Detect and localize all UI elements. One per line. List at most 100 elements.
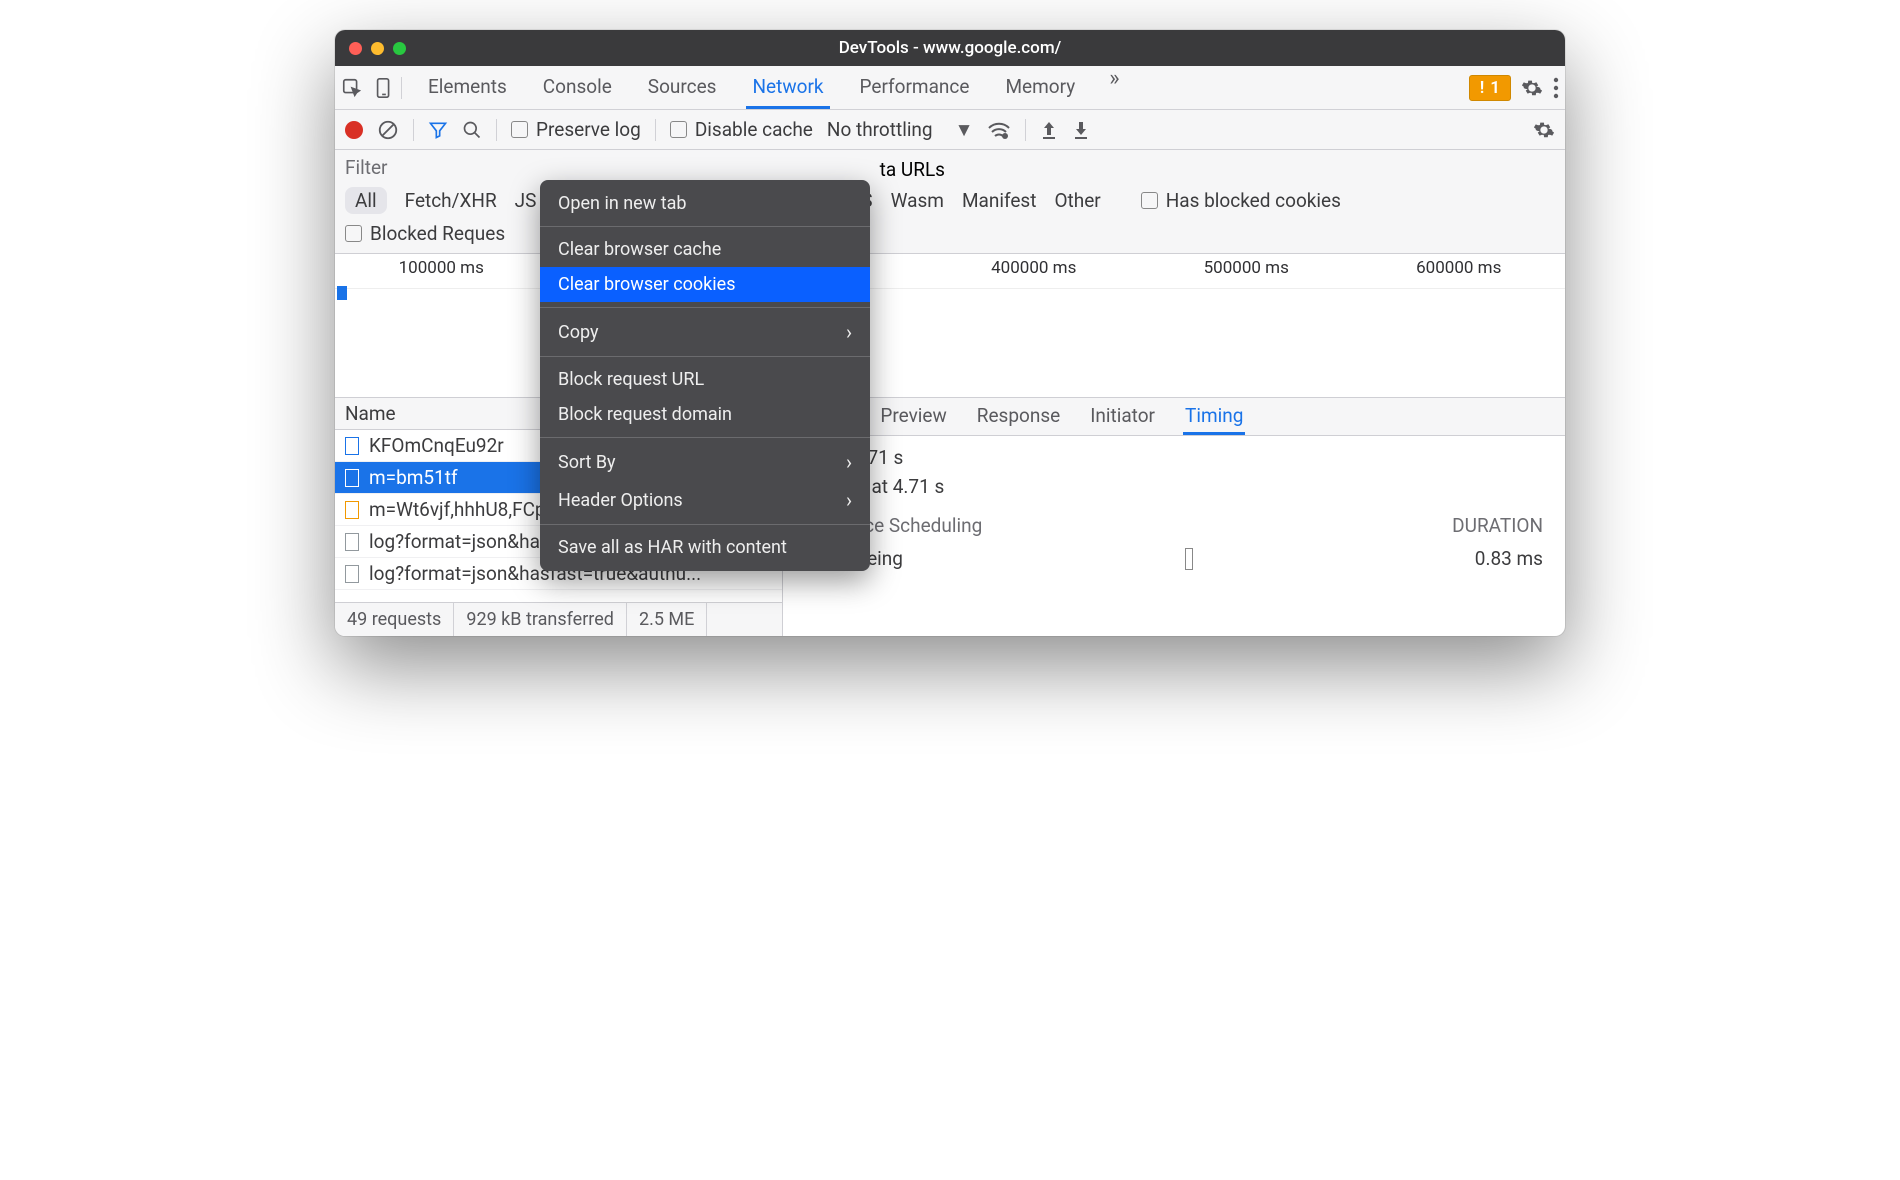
chevron-right-icon: › — [846, 320, 852, 344]
devtools-tabs-bar: Elements Console Sources Network Perform… — [335, 66, 1565, 110]
detail-pane: aders Preview Response Initiator Timing … — [783, 398, 1565, 636]
search-icon[interactable] — [462, 120, 482, 140]
issues-count: 1 — [1490, 78, 1500, 98]
ctx-separator — [540, 307, 870, 308]
filter-area: Filter ta URLs All Fetch/XHR JS WS Wasm … — [335, 150, 1565, 254]
tick: 500000 ms — [1204, 258, 1289, 278]
ctx-separator — [540, 437, 870, 438]
chevron-right-icon: › — [846, 450, 852, 474]
file-icon — [345, 437, 359, 455]
ctx-save-har[interactable]: Save all as HAR with content — [540, 530, 870, 565]
inspect-element-icon[interactable] — [341, 77, 363, 99]
blocked-requests-label: Blocked Reques — [370, 222, 505, 245]
file-icon — [345, 501, 359, 519]
network-toolbar: Preserve log Disable cache No throttling… — [335, 110, 1565, 150]
ctx-block-domain[interactable]: Block request domain — [540, 397, 870, 432]
ctx-clear-cache[interactable]: Clear browser cache — [540, 232, 870, 267]
timeline-overview[interactable]: 100000 ms 400000 ms 500000 ms 600000 ms — [335, 254, 1565, 398]
type-filter-manifest[interactable]: Manifest — [962, 189, 1037, 212]
status-transferred: 929 kB transferred — [454, 603, 627, 636]
more-menu-icon[interactable] — [1553, 77, 1559, 99]
tab-sources[interactable]: Sources — [642, 66, 723, 109]
preserve-log-checkbox[interactable] — [511, 121, 528, 138]
blocked-requests-checkbox[interactable] — [345, 225, 362, 242]
detail-tab-response[interactable]: Response — [975, 398, 1062, 435]
timeline-selection-marker[interactable] — [337, 286, 347, 300]
network-settings-icon[interactable] — [1533, 119, 1555, 141]
network-conditions-icon[interactable] — [987, 120, 1011, 140]
detail-tab-preview[interactable]: Preview — [878, 398, 948, 435]
detail-tab-timing[interactable]: Timing — [1183, 398, 1245, 435]
upload-icon[interactable] — [1040, 120, 1058, 140]
timing-body: ed at 4.71 s Started at 4.71 s Resource … — [783, 436, 1565, 580]
tab-performance[interactable]: Performance — [854, 66, 976, 109]
tab-console[interactable]: Console — [537, 66, 618, 109]
status-bar: 49 requests 929 kB transferred 2.5 ME — [335, 602, 782, 636]
type-filter-all[interactable]: All — [345, 187, 387, 214]
settings-icon[interactable] — [1521, 77, 1543, 99]
titlebar: DevTools - www.google.com/ — [335, 30, 1565, 66]
type-filter-wasm[interactable]: Wasm — [891, 189, 944, 212]
status-requests: 49 requests — [335, 603, 454, 636]
devtools-window: DevTools - www.google.com/ Elements Cons… — [335, 30, 1565, 636]
window-title: DevTools - www.google.com/ — [335, 38, 1565, 58]
request-name: KFOmCnqEu92r — [369, 434, 504, 457]
chevron-down-icon: ▼ — [955, 118, 974, 142]
ctx-separator — [540, 524, 870, 525]
detail-tab-initiator[interactable]: Initiator — [1088, 398, 1157, 435]
tab-memory[interactable]: Memory — [999, 66, 1081, 109]
has-blocked-cookies[interactable]: Has blocked cookies — [1141, 189, 1341, 212]
preserve-log-label: Preserve log — [536, 118, 641, 141]
tick: 400000 ms — [991, 258, 1076, 278]
content: Name KFOmCnqEu92r m=bm51tf m=Wt6vjf,hhhU… — [335, 398, 1565, 636]
type-filter-other[interactable]: Other — [1054, 189, 1100, 212]
tab-network[interactable]: Network — [746, 66, 829, 109]
tab-elements[interactable]: Elements — [422, 66, 513, 109]
ctx-separator — [540, 356, 870, 357]
chevron-right-icon: › — [846, 488, 852, 512]
disable-cache-checkbox[interactable] — [670, 121, 687, 138]
file-icon — [345, 469, 359, 487]
detail-tabs: aders Preview Response Initiator Timing — [783, 398, 1565, 436]
tick: 600000 ms — [1416, 258, 1501, 278]
throttling-select[interactable]: No throttling ▼ — [827, 118, 974, 142]
download-icon[interactable] — [1072, 120, 1090, 140]
file-icon — [345, 565, 359, 583]
record-button[interactable] — [345, 121, 363, 139]
duration-label: DURATION — [1452, 514, 1543, 537]
filter-icon[interactable] — [428, 120, 448, 140]
clear-icon[interactable] — [377, 119, 399, 141]
throttling-value: No throttling — [827, 118, 933, 141]
device-mode-icon[interactable] — [373, 77, 395, 99]
type-filter-row: All Fetch/XHR JS WS Wasm Manifest Other … — [345, 187, 1555, 214]
ctx-open-new-tab[interactable]: Open in new tab — [540, 186, 870, 221]
ctx-sort-by[interactable]: Sort By› — [540, 443, 870, 481]
has-blocked-cookies-label: Has blocked cookies — [1166, 189, 1341, 212]
filter-input[interactable]: Filter — [345, 154, 950, 181]
has-blocked-cookies-checkbox[interactable] — [1141, 192, 1158, 209]
queued-at: ed at 4.71 s — [805, 446, 1543, 469]
type-filter-fetchxhr[interactable]: Fetch/XHR — [405, 189, 497, 212]
type-filter-js[interactable]: JS — [515, 189, 537, 212]
panel-tabs: Elements Console Sources Network Perform… — [422, 66, 1463, 109]
file-icon — [345, 533, 359, 551]
ctx-copy[interactable]: Copy› — [540, 313, 870, 351]
ctx-header-options[interactable]: Header Options› — [540, 481, 870, 519]
ctx-separator — [540, 226, 870, 227]
ctx-block-url[interactable]: Block request URL — [540, 362, 870, 397]
hide-data-urls-partial[interactable]: ta URLs — [880, 158, 945, 181]
queueing-bar — [1185, 548, 1193, 570]
preserve-log[interactable]: Preserve log — [511, 118, 641, 141]
more-tabs[interactable]: » — [1105, 66, 1123, 109]
status-resources: 2.5 ME — [627, 603, 707, 636]
disable-cache[interactable]: Disable cache — [670, 118, 813, 141]
warning-icon: ! — [1480, 78, 1485, 98]
ctx-clear-cookies[interactable]: Clear browser cookies — [540, 267, 870, 302]
context-menu: Open in new tab Clear browser cache Clea… — [540, 180, 870, 571]
disable-cache-label: Disable cache — [695, 118, 813, 141]
request-name: m=bm51tf — [369, 466, 458, 489]
issues-badge[interactable]: ! 1 — [1469, 75, 1511, 101]
queueing-duration: 0.83 ms — [1475, 547, 1543, 570]
timeline-ticks: 100000 ms 400000 ms 500000 ms 600000 ms — [335, 254, 1565, 289]
blocked-requests[interactable]: Blocked Reques — [345, 222, 505, 245]
